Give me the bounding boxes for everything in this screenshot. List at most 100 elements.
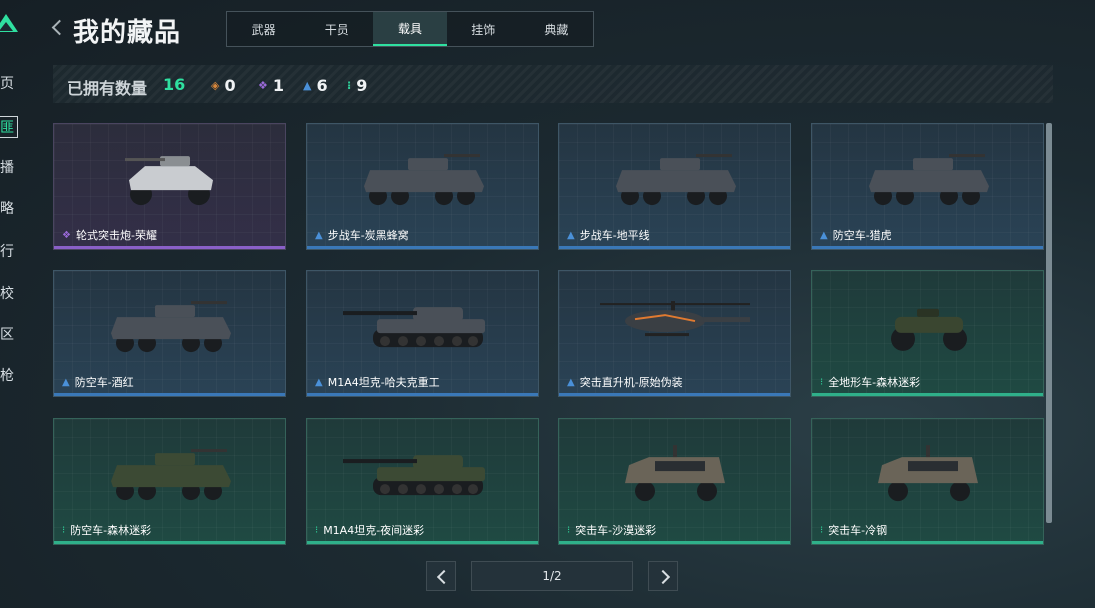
vehicle-name-row: ⁝ 全地形车-森林迷彩: [820, 374, 920, 390]
rarity-bar: [812, 541, 1043, 544]
sidebar-item-2[interactable]: 播: [0, 157, 14, 177]
vehicle-name: 步战车-炭黑蜂窝: [327, 229, 409, 242]
rarity-count-2: ▲ 6: [303, 76, 328, 95]
vehicle-image: [105, 439, 235, 513]
vehicle-card[interactable]: ▲ 防空车-猎虎: [811, 123, 1044, 250]
vehicle-image: [342, 291, 503, 365]
rarity-value: 0: [224, 76, 236, 95]
tab-1[interactable]: 干员: [300, 12, 373, 46]
page-title: 我的藏品: [73, 18, 182, 48]
tab-0[interactable]: 武器: [227, 12, 300, 46]
green-dots-icon: ⁝: [820, 376, 824, 388]
rarity-bar: [54, 246, 285, 249]
rarity-bar: [559, 246, 790, 249]
game-logo: [0, 0, 20, 40]
vehicle-name-row: ⁝ 突击车-冷钢: [820, 522, 887, 538]
vehicle-name: M1A4坦克-哈夫克重工: [327, 376, 440, 389]
rarity-bar: [812, 393, 1043, 396]
vehicle-image: [873, 296, 983, 360]
purple-diamond-icon: ❖: [62, 229, 71, 241]
vehicle-card[interactable]: ⁝ 突击车-沙漠迷彩: [558, 418, 791, 545]
rarity-value: 6: [316, 76, 328, 95]
rarity-bar: [559, 541, 790, 544]
rarity-bar: [54, 393, 285, 396]
tab-3[interactable]: 挂饰: [447, 12, 520, 46]
prev-page-button[interactable]: [426, 561, 456, 591]
rarity-value: 9: [356, 76, 368, 95]
vehicle-image: [610, 144, 740, 218]
sidebar-item-5[interactable]: 校: [0, 283, 14, 303]
chevron-right-icon: [655, 569, 671, 585]
rarity-value: 1: [272, 76, 285, 95]
vehicle-name-row: ❖ 轮式突击炮-荣耀: [62, 227, 157, 243]
vehicle-card[interactable]: ▲ M1A4坦克-哈夫克重工: [306, 270, 539, 397]
blue-chevron-icon: ▲: [820, 229, 828, 241]
vehicle-name: 防空车-酒红: [74, 376, 134, 389]
vehicle-name: 防空车-森林迷彩: [70, 524, 152, 537]
vehicle-image: [863, 144, 993, 218]
vehicle-card[interactable]: ▲ 步战车-炭黑蜂窝: [306, 123, 539, 250]
vehicle-image: [615, 439, 735, 513]
blue-chevron-icon: ▲: [303, 79, 312, 92]
vehicle-card[interactable]: ⁝ 防空车-森林迷彩: [53, 418, 286, 545]
owned-label: 已拥有数量: [67, 79, 148, 98]
vehicle-name-row: ▲ 突击直升机-原始伪装: [567, 374, 683, 390]
vehicle-name-row: ⁝ 防空车-森林迷彩: [62, 522, 151, 538]
vehicle-name: 轮式突击炮-荣耀: [75, 229, 157, 242]
vehicle-image: [595, 291, 755, 365]
tab-4[interactable]: 典藏: [520, 12, 593, 46]
vehicle-image: [105, 291, 235, 365]
vehicle-card[interactable]: ⁝ 突击车-冷钢: [811, 418, 1044, 545]
green-dots-icon: ⁝: [315, 524, 319, 536]
vehicle-card[interactable]: ⁝ 全地形车-森林迷彩: [811, 270, 1044, 397]
vehicle-card[interactable]: ▲ 突击直升机-原始伪装: [558, 270, 791, 397]
rarity-bar: [812, 246, 1043, 249]
sidebar-item-7[interactable]: 枪: [0, 365, 14, 385]
green-dots-icon: ⁝: [567, 524, 571, 536]
chevron-left-icon: [436, 569, 452, 585]
rarity-count-0: ◈ 0: [211, 76, 236, 95]
tab-2[interactable]: 载具: [373, 12, 447, 46]
vehicle-card[interactable]: ❖ 轮式突击炮-荣耀: [53, 123, 286, 250]
green-dots-icon: ⁝: [347, 79, 352, 92]
vehicle-name-row: ⁝ M1A4坦克-夜间迷彩: [315, 522, 424, 538]
sidebar-item-4[interactable]: 行: [0, 241, 14, 261]
vehicle-name: 全地形车-森林迷彩: [828, 376, 921, 389]
orange-diamond-icon: ◈: [211, 79, 220, 92]
vehicle-name-row: ⁝ 突击车-沙漠迷彩: [567, 522, 656, 538]
rarity-bar: [307, 393, 538, 396]
purple-diamond-icon: ❖: [258, 79, 268, 92]
vehicle-image: [115, 144, 225, 218]
vehicle-name-row: ▲ 步战车-地平线: [567, 227, 650, 243]
vehicle-card[interactable]: ▲ 步战车-地平线: [558, 123, 791, 250]
vehicle-name-row: ▲ 步战车-炭黑蜂窝: [315, 227, 409, 243]
vehicle-name-row: ▲ M1A4坦克-哈夫克重工: [315, 374, 440, 390]
sidebar-item-3[interactable]: 略: [0, 198, 14, 218]
green-dots-icon: ⁝: [820, 524, 824, 536]
blue-chevron-icon: ▲: [315, 376, 323, 388]
vehicle-card[interactable]: ⁝ M1A4坦克-夜间迷彩: [306, 418, 539, 545]
owned-count: 16: [163, 75, 186, 94]
sidebar-item-6[interactable]: 区: [0, 324, 14, 344]
rarity-bar: [54, 541, 285, 544]
sidebar-item-0[interactable]: 页: [0, 73, 14, 93]
owned-count-bar: 已拥有数量 16 ◈ 0 ❖ 1 ▲ 6 ⁝ 9: [53, 65, 1053, 103]
page-indicator: 1/2: [471, 561, 633, 591]
scrollbar[interactable]: [1046, 123, 1052, 523]
vehicle-name-row: ▲ 防空车-酒红: [62, 374, 134, 390]
blue-chevron-icon: ▲: [567, 229, 575, 241]
vehicle-image: [342, 439, 503, 513]
blue-chevron-icon: ▲: [315, 229, 323, 241]
blue-chevron-icon: ▲: [62, 376, 70, 388]
vehicle-name: 突击直升机-原始伪装: [579, 376, 683, 389]
sidebar: 页匪播略行校区枪: [0, 0, 30, 608]
vehicle-name: 突击车-沙漠迷彩: [575, 524, 657, 537]
vehicle-name: 突击车-冷钢: [828, 524, 888, 537]
sidebar-item-1[interactable]: 匪: [0, 116, 18, 138]
vehicle-card[interactable]: ▲ 防空车-酒红: [53, 270, 286, 397]
next-page-button[interactable]: [648, 561, 678, 591]
rarity-count-3: ⁝ 9: [347, 76, 367, 95]
back-arrow-icon[interactable]: [51, 19, 68, 36]
green-dots-icon: ⁝: [62, 524, 66, 536]
vehicle-name: 防空车-猎虎: [832, 229, 892, 242]
